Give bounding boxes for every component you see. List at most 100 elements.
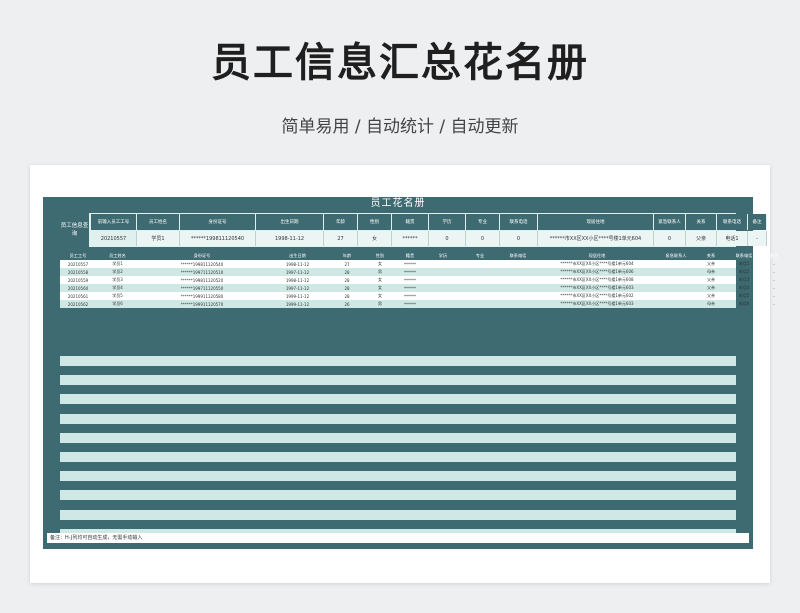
table-body: 20210557 学员1 ******199811120540 1998-11-12 2… [60, 260, 775, 308]
empty-rows [60, 356, 736, 548]
table-cell-2: ******199911120570 [180, 301, 224, 307]
table-cell-5: 男 [378, 269, 382, 274]
query-header-row: 前输入员工工号 员工姓名 身份证号 出生日期 年龄 性别 籍贯 学历 专业 联系电话 现居住地 紧急联… [91, 214, 767, 230]
table-cell-6: ****** [404, 261, 416, 267]
table-cell-9 [498, 284, 538, 292]
query-header-cell-0: 前输入员工工号 [91, 214, 137, 230]
table-cell-13: 电话6 [738, 301, 750, 306]
page-subtitle: 简单易用 / 自动统计 / 自动更新 [281, 117, 519, 137]
column-header-9: 联系电话 [509, 253, 527, 258]
page-title: 员工信息汇总花名册 [211, 40, 589, 86]
table-cell-8 [462, 292, 498, 300]
table-cell-5: 女 [378, 277, 382, 282]
column-header-2: 身份证号 [193, 253, 211, 258]
table-cell-9 [498, 276, 538, 284]
table-cell-2: ******199711120510 [180, 269, 224, 275]
spreadsheet-preview-card: 员工花名册 员工信息查询 前输入员工工号 员工姓名 身份证号 出生日期 年龄 性别 籍贯 学历… [30, 165, 778, 583]
table-cell-7 [424, 292, 462, 300]
column-header-14: 备注 [769, 253, 779, 258]
table-cell-13: 电话3 [738, 277, 750, 282]
table-cell-11 [656, 300, 696, 308]
table-cell-13: 电话5 [738, 293, 750, 298]
table-cell-10: ******市XX区XX小区****号楼1单元608 [560, 277, 634, 282]
table-cell-10: ******市XX区XX小区****号楼1单元606 [560, 269, 634, 274]
table-cell-9 [498, 260, 538, 268]
table-cell-7 [424, 268, 462, 276]
query-value-cell-14[interactable]: - [748, 231, 767, 246]
table-cell-7 [424, 284, 462, 292]
table-cell-13: 电话4 [738, 285, 750, 290]
query-value-cell-0[interactable]: 20210557 [91, 231, 137, 246]
table-cell-0: 20210561 [67, 293, 89, 299]
table-cell-6: ****** [404, 301, 416, 307]
table-cell-10: ******市XX区XX小区****号楼1单元603 [560, 301, 634, 306]
table-cell-2: ******199711120550 [180, 285, 224, 291]
table-cell-14: - [773, 261, 775, 267]
table-cell-1: 学员6 [112, 301, 123, 306]
footnote: 备注：H-J列均可自动生成，无需手动输入 [47, 533, 749, 543]
query-header-cell-1: 员工姓名 [137, 214, 180, 230]
table-cell-7 [424, 300, 462, 308]
query-value-cell-13[interactable]: 电话1 [717, 231, 748, 246]
table-cell-11 [656, 276, 696, 284]
query-value-cell-4[interactable]: 27 [324, 231, 358, 246]
table-header-row: 员工工号 员工姓名 身份证号 出生日期 年龄 性别 籍贯 学历 专业 联系电话 现居住地 紧急联系人 关… [60, 252, 778, 260]
table-cell-11 [656, 268, 696, 276]
empty-row [60, 356, 736, 366]
query-header-cell-6: 籍贯 [392, 214, 429, 230]
table-cell-0: 20210559 [67, 277, 89, 283]
query-value-cell-9[interactable]: 0 [500, 231, 538, 246]
table-cell-0: 20210557 [67, 261, 89, 267]
column-header-11: 紧急联系人 [665, 253, 687, 258]
table-cell-3: 1998-11-12 [285, 261, 310, 267]
table-cell-4: 28 [344, 293, 350, 299]
table-cell-1: 学员5 [112, 293, 123, 298]
table-cell-3: 1999-11-12 [285, 293, 310, 299]
table-cell-5: 女 [378, 285, 382, 290]
query-value-cell-10[interactable]: ******市XX区XX小区****号楼1单元604 [538, 231, 654, 246]
table-cell-2: ******199811120520 [180, 277, 224, 283]
query-value-cell-5[interactable]: 女 [358, 231, 392, 246]
query-value-cell-1[interactable]: 学员1 [137, 231, 180, 246]
roster-table: 员工工号 员工姓名 身份证号 出生日期 年龄 性别 籍贯 学历 专业 联系电话 现居住地 紧急联系人 关… [60, 252, 778, 308]
query-value-cell-11[interactable]: 0 [654, 231, 686, 246]
table-cell-10: ******市XX区XX小区****号楼1单元604 [560, 261, 634, 266]
table-cell-6: ****** [404, 277, 416, 283]
table-cell-9 [498, 292, 538, 300]
query-header-cell-14: 备注 [748, 214, 767, 230]
table-cell-9 [498, 300, 538, 308]
table-cell-2: ******199911120580 [180, 293, 224, 299]
empty-row [60, 394, 736, 405]
table-cell-1: 学员1 [112, 261, 123, 266]
query-value-cell-2[interactable]: ******199811120540 [180, 231, 256, 246]
table-cell-1: 学员4 [112, 285, 123, 290]
table-cell-6: ****** [404, 285, 416, 291]
query-header-cell-12: 关系 [686, 214, 717, 230]
table-cell-0: 20210560 [67, 285, 89, 291]
table-cell-4: 26 [344, 301, 350, 307]
query-header-cell-2: 身份证号 [180, 214, 256, 230]
table-cell-11 [656, 284, 696, 292]
column-header-3: 出生日期 [289, 253, 306, 258]
column-header-13: 联系电话 [735, 253, 753, 258]
column-header-7: 学历 [438, 253, 448, 258]
query-value-cell-6[interactable]: ****** [392, 231, 429, 246]
table-cell-5: 女 [378, 261, 382, 266]
column-header-1: 员工姓名 [109, 253, 126, 258]
column-header-12: 关系 [706, 253, 716, 258]
empty-row [60, 451, 736, 462]
empty-row [60, 375, 736, 386]
table-cell-7 [424, 276, 462, 284]
table-cell-12: 母亲 [707, 301, 715, 306]
query-value-cell-8[interactable]: 0 [466, 231, 500, 246]
query-value-cell-12[interactable]: 父亲 [686, 231, 717, 246]
empty-row [60, 509, 736, 520]
table-cell-8 [462, 284, 498, 292]
query-value-cell-3[interactable]: 1998-11-12 [256, 231, 324, 246]
roster-frame: 员工花名册 员工信息查询 前输入员工工号 员工姓名 身份证号 出生日期 年龄 性别 籍贯 学历… [43, 197, 778, 549]
table-row: 20210560 学员4 ******199711120550 1997-11-12 2… [60, 284, 775, 292]
query-value-cell-7[interactable]: 0 [429, 231, 466, 246]
empty-row [60, 490, 736, 501]
table-cell-12: 母亲 [707, 269, 715, 274]
query-header-cell-3: 出生日期 [256, 214, 324, 230]
